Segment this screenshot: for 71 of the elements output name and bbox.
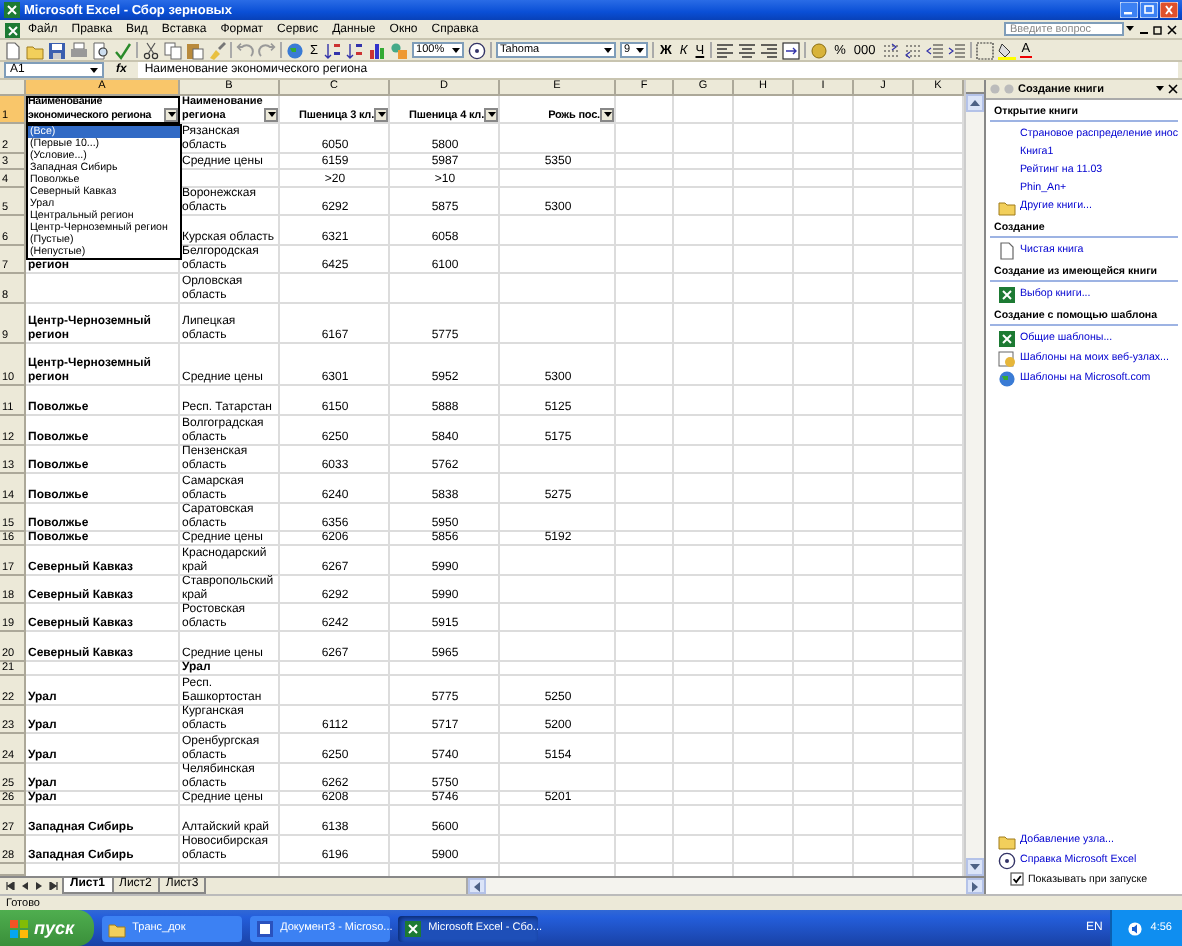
down-arrow-icon <box>970 864 980 870</box>
scroll-down-button[interactable] <box>966 858 984 876</box>
spreadsheet-icon <box>998 285 1016 303</box>
up-arrow-icon <box>970 100 980 106</box>
cut-icon[interactable] <box>142 41 160 59</box>
sort-ascending-icon[interactable] <box>324 41 343 59</box>
help-icon <box>998 851 1016 869</box>
close-icon[interactable] <box>1168 84 1178 94</box>
previous-sheet-icon[interactable] <box>20 882 30 890</box>
format-painter-icon[interactable] <box>208 41 226 59</box>
align-center-icon[interactable] <box>738 41 757 59</box>
filter-button[interactable] <box>484 108 498 122</box>
chart-icon[interactable] <box>368 41 387 59</box>
caret-icon[interactable] <box>1156 86 1164 92</box>
increase-decimal-icon[interactable] <box>881 41 900 59</box>
caret-icon <box>267 112 275 118</box>
paste-icon[interactable] <box>186 41 204 59</box>
document-icon <box>256 919 275 937</box>
left-arrow-icon <box>474 881 481 891</box>
windows-logo-icon <box>10 919 28 937</box>
help-icon[interactable] <box>468 41 487 59</box>
save-icon[interactable] <box>48 41 66 59</box>
excel-icon <box>4 2 20 18</box>
spelling-icon[interactable] <box>114 41 132 59</box>
filter-button[interactable] <box>374 108 388 122</box>
caret-icon[interactable] <box>1126 26 1136 32</box>
print-preview-icon[interactable] <box>92 41 110 59</box>
globe-icon[interactable] <box>286 41 304 59</box>
align-left-icon[interactable] <box>716 41 735 59</box>
horizontal-scrollbar[interactable] <box>466 878 984 894</box>
caret-icon <box>452 47 461 53</box>
caret-icon <box>604 47 613 53</box>
filter-button[interactable] <box>264 108 278 122</box>
scroll-left-button[interactable] <box>468 878 487 894</box>
globe-icon <box>998 369 1016 387</box>
next-sheet-icon[interactable] <box>34 882 44 890</box>
caret-icon <box>636 47 645 53</box>
page-icon <box>998 241 1016 259</box>
spreadsheet-icon <box>998 329 1016 347</box>
split-box[interactable] <box>966 80 984 94</box>
caret-icon <box>487 112 495 118</box>
speaker-icon[interactable] <box>1128 921 1143 935</box>
scroll-up-button[interactable] <box>966 94 984 112</box>
folder-icon <box>998 197 1016 215</box>
folder-icon <box>108 919 127 937</box>
folder-icon <box>998 831 1016 849</box>
scroll-right-button[interactable] <box>966 878 984 894</box>
caret-icon <box>603 112 611 118</box>
first-sheet-icon[interactable] <box>6 882 16 890</box>
sort-descending-icon[interactable] <box>346 41 365 59</box>
close-icon[interactable] <box>1166 23 1178 35</box>
caret-icon <box>167 112 175 118</box>
caret-icon <box>90 67 98 73</box>
fill-color-icon[interactable] <box>997 41 1016 59</box>
web-icon <box>998 349 1016 367</box>
restore-icon[interactable] <box>1152 23 1164 35</box>
decrease-decimal-icon[interactable] <box>903 41 922 59</box>
filter-button[interactable] <box>164 108 178 122</box>
right-arrow-icon <box>972 881 978 891</box>
caret-icon <box>377 112 385 118</box>
vertical-scrollbar[interactable] <box>964 80 984 876</box>
merge-cells-icon[interactable] <box>782 41 801 59</box>
align-right-icon[interactable] <box>760 41 779 59</box>
currency-icon[interactable] <box>810 41 829 59</box>
decrease-indent-icon[interactable] <box>925 41 944 59</box>
last-sheet-icon[interactable] <box>48 882 58 890</box>
spreadsheet-icon <box>404 919 423 937</box>
checkbox[interactable] <box>1010 872 1024 886</box>
workbook-icon[interactable] <box>4 21 20 37</box>
increase-indent-icon[interactable] <box>947 41 966 59</box>
filter-button[interactable] <box>600 108 614 122</box>
